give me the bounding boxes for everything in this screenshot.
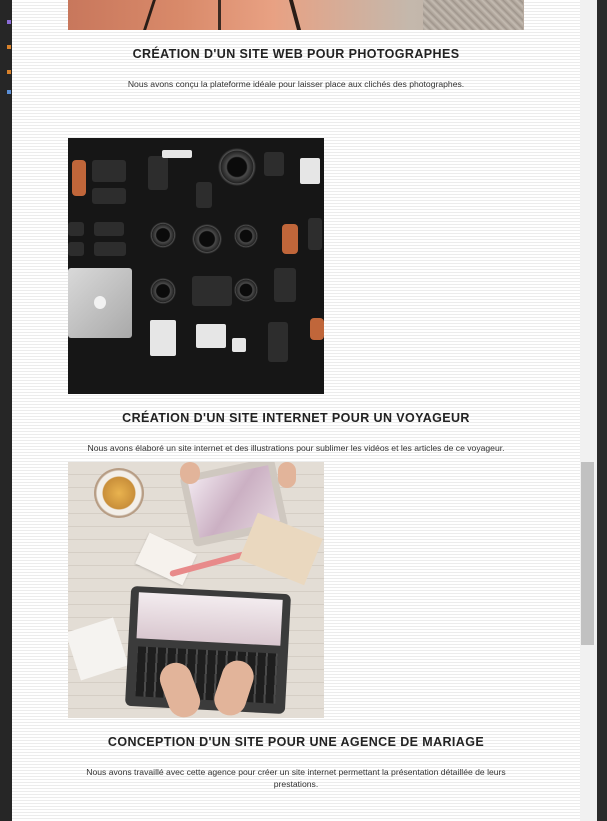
project-photo-traveler[interactable] xyxy=(68,138,324,394)
laptop xyxy=(124,585,292,715)
tripod-leg xyxy=(143,0,156,30)
project-description: Nous avons travaillé avec cette agence p… xyxy=(86,767,506,789)
laptop xyxy=(68,268,132,338)
paper-note xyxy=(68,617,129,681)
tripod-leg xyxy=(218,0,221,30)
vertical-scrollbar[interactable] xyxy=(580,0,597,821)
editor-marker xyxy=(7,90,11,94)
project-title[interactable]: CONCEPTION D'UN SITE POUR UNE AGENCE DE … xyxy=(12,735,580,749)
tripod-leg xyxy=(288,0,302,30)
project-photo-photographers[interactable] xyxy=(68,0,524,30)
editor-marker xyxy=(7,70,11,74)
portfolio-page: CRÉATION D'UN SITE WEB POUR PHOTOGRAPHES… xyxy=(12,0,580,821)
editor-side-strip xyxy=(0,0,12,821)
knit-scarf xyxy=(423,0,523,30)
editor-marker xyxy=(7,45,11,49)
tea-cup xyxy=(94,468,144,518)
scrollbar-thumb[interactable] xyxy=(581,462,594,645)
editor-marker xyxy=(7,20,11,24)
project-title[interactable]: CRÉATION D'UN SITE INTERNET POUR UN VOYA… xyxy=(12,411,580,425)
window-frame-edge xyxy=(597,0,607,821)
project-description: Nous avons élaboré un site internet et d… xyxy=(87,443,505,453)
project-title[interactable]: CRÉATION D'UN SITE WEB POUR PHOTOGRAPHES xyxy=(12,47,580,61)
project-photo-wedding-agency[interactable] xyxy=(68,462,324,718)
project-description: Nous avons conçu la plateforme idéale po… xyxy=(127,79,465,89)
